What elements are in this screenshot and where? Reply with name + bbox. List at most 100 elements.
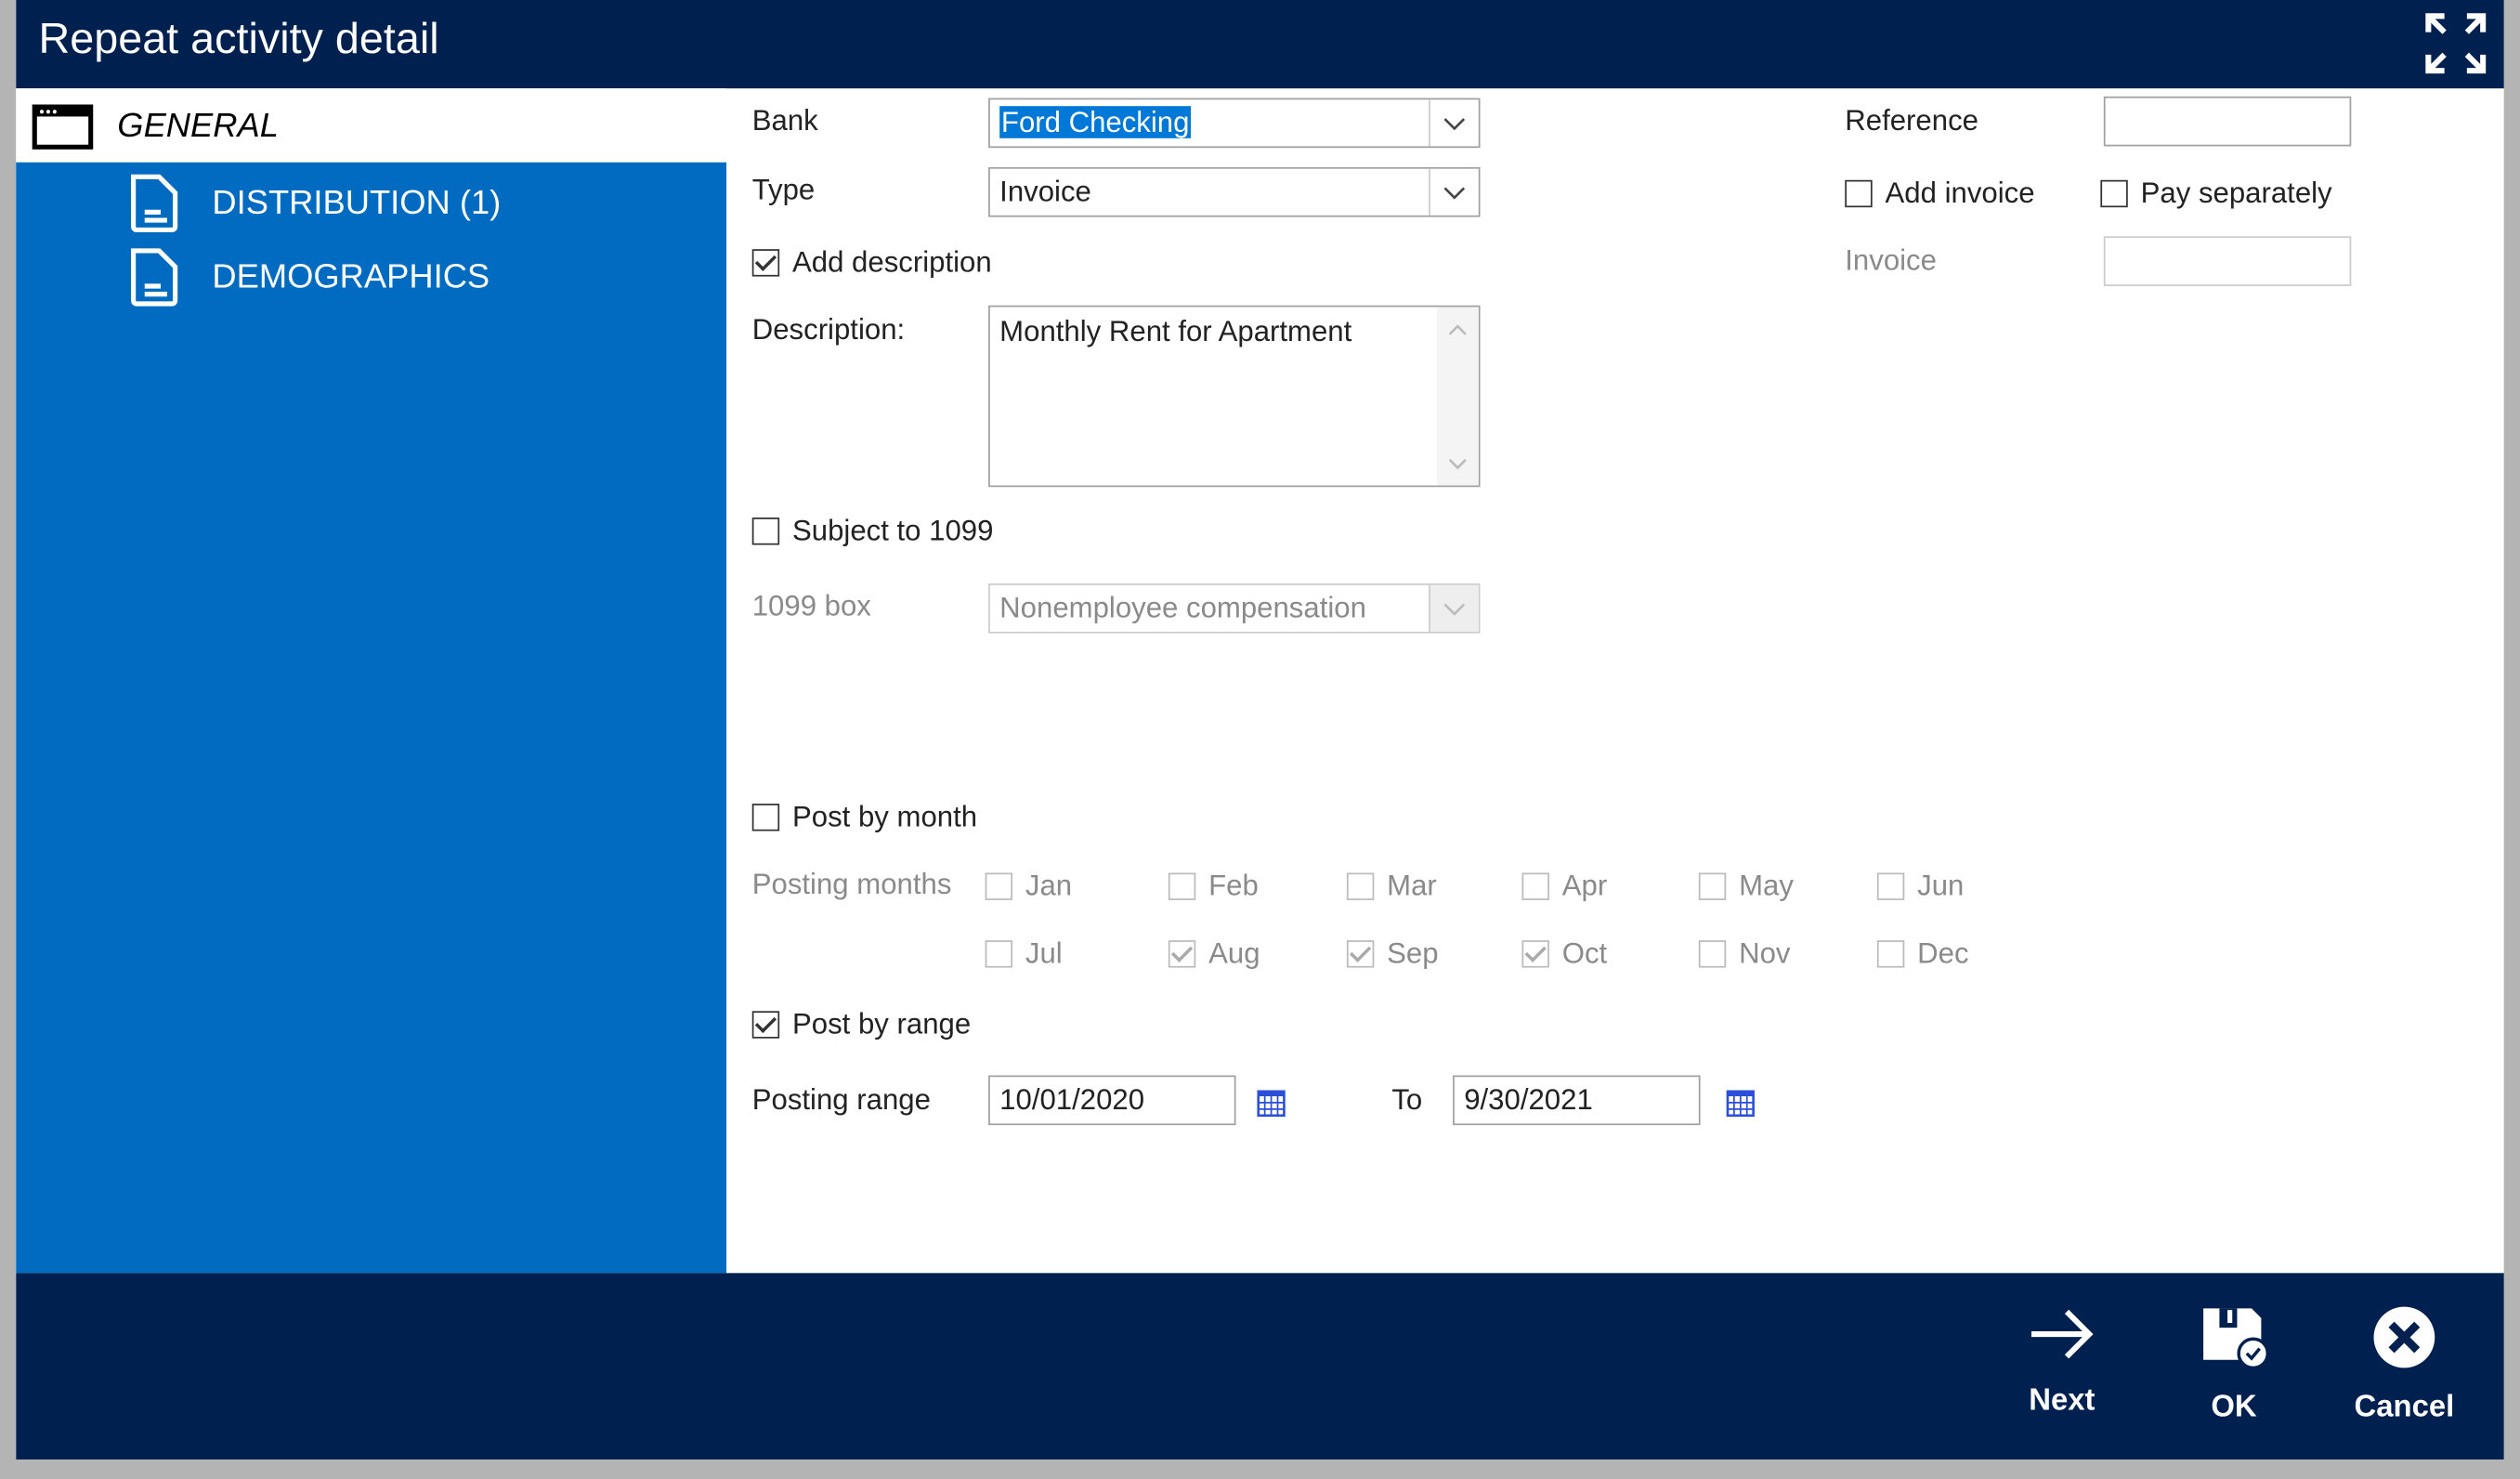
month-checkbox-sep[interactable]: Sep bbox=[1346, 936, 1439, 971]
month-checkbox-jun[interactable]: Jun bbox=[1876, 870, 1965, 903]
sidebar-item-label: DISTRIBUTION (1) bbox=[212, 184, 502, 222]
month-checkbox-aug[interactable]: Aug bbox=[1168, 936, 1260, 971]
checkbox-box[interactable] bbox=[1698, 940, 1727, 968]
checkbox-box[interactable] bbox=[751, 249, 780, 277]
box-1099-dropdown[interactable]: Nonemployee compensation bbox=[988, 583, 1481, 634]
month-checkbox-nov[interactable]: Nov bbox=[1698, 936, 1791, 971]
bank-value: Ford Checking bbox=[999, 106, 1192, 138]
checkbox-box[interactable] bbox=[751, 804, 780, 831]
checkbox-box[interactable] bbox=[1876, 872, 1905, 900]
description-textarea[interactable]: Monthly Rent for Apartment bbox=[988, 305, 1481, 488]
month-checkbox-feb[interactable]: Feb bbox=[1168, 870, 1259, 903]
chevron-down-icon[interactable] bbox=[1429, 584, 1479, 632]
checkbox-label: Nov bbox=[1739, 936, 1791, 970]
checkbox-box[interactable] bbox=[985, 872, 1013, 900]
arrow-right-icon bbox=[2030, 1309, 2094, 1359]
sidebar-item-general[interactable]: GENERAL bbox=[16, 88, 727, 163]
to-label: To bbox=[1391, 1083, 1423, 1116]
checkbox-box[interactable] bbox=[751, 1011, 780, 1039]
checkbox-box[interactable] bbox=[1698, 872, 1727, 900]
save-icon bbox=[2203, 1308, 2270, 1370]
checkbox-label: Apr bbox=[1561, 870, 1608, 902]
bank-label: Bank bbox=[751, 104, 818, 137]
checkbox-label: Pay separately bbox=[2140, 177, 2332, 209]
month-checkbox-dec[interactable]: Dec bbox=[1876, 936, 1969, 971]
cancel-button[interactable]: Cancel bbox=[2340, 1305, 2468, 1426]
calendar-icon[interactable] bbox=[1257, 1088, 1286, 1118]
sidebar-item-distribution[interactable]: DISTRIBUTION (1) bbox=[128, 169, 707, 237]
checkbox-label: May bbox=[1739, 870, 1794, 902]
checkbox-box[interactable] bbox=[1168, 940, 1196, 968]
checkbox-box[interactable] bbox=[1876, 940, 1905, 968]
ok-button[interactable]: OK bbox=[2170, 1305, 2298, 1426]
subject-1099-checkbox[interactable]: Subject to 1099 bbox=[751, 514, 994, 548]
checkbox-label: Jul bbox=[1025, 936, 1063, 970]
invoice-input[interactable] bbox=[2103, 236, 2352, 286]
box-1099-label: 1099 box bbox=[751, 589, 871, 622]
checkbox-label: Oct bbox=[1561, 936, 1608, 970]
checkbox-label: Add invoice bbox=[1885, 177, 2035, 209]
checkbox-box[interactable] bbox=[1346, 872, 1375, 900]
checkbox-box[interactable] bbox=[2100, 179, 2128, 208]
window-icon bbox=[32, 104, 94, 157]
window-title: Repeat activity detail bbox=[38, 14, 439, 63]
post-by-month-checkbox[interactable]: Post by month bbox=[751, 800, 978, 834]
calendar-icon[interactable] bbox=[1726, 1088, 1755, 1118]
scrollbar[interactable] bbox=[1436, 307, 1479, 486]
type-label: Type bbox=[751, 173, 816, 206]
checkbox-label: Post by month bbox=[791, 800, 978, 833]
month-checkbox-apr[interactable]: Apr bbox=[1521, 870, 1607, 903]
posting-months-label: Posting months bbox=[751, 868, 952, 900]
month-checkbox-oct[interactable]: Oct bbox=[1521, 937, 1607, 971]
pay-separately-checkbox[interactable]: Pay separately bbox=[2100, 177, 2332, 210]
checkbox-label: Jan bbox=[1025, 870, 1073, 902]
posting-range-label: Posting range bbox=[751, 1083, 931, 1116]
description-label: Description: bbox=[751, 313, 906, 346]
checkbox-label: Subject to 1099 bbox=[791, 514, 994, 547]
footer-toolbar: Next OK Cancel bbox=[16, 1273, 2504, 1460]
chevron-down-icon[interactable] bbox=[1429, 168, 1479, 216]
sidebar: DISTRIBUTION (1) DEMOGRAPHICS bbox=[16, 162, 727, 1274]
close-circle-icon bbox=[2373, 1306, 2435, 1368]
sidebar-item-label: GENERAL bbox=[117, 107, 279, 145]
dialog-window: Repeat activity detail GENERAL DISTRIBUT… bbox=[16, 0, 2504, 1460]
sidebar-item-label: DEMOGRAPHICS bbox=[212, 258, 490, 296]
month-checkbox-may[interactable]: May bbox=[1698, 870, 1794, 903]
checkbox-label: Mar bbox=[1387, 870, 1437, 902]
checkbox-box[interactable] bbox=[751, 517, 780, 545]
range-from-input[interactable]: 10/01/2020 bbox=[988, 1075, 1236, 1126]
post-by-range-checkbox[interactable]: Post by range bbox=[751, 1007, 972, 1041]
next-button[interactable]: Next bbox=[1998, 1305, 2126, 1420]
checkbox-label: Post by range bbox=[791, 1007, 972, 1041]
document-icon bbox=[131, 174, 178, 233]
checkbox-box[interactable] bbox=[1346, 940, 1375, 968]
box-1099-value: Nonemployee compensation bbox=[999, 591, 1366, 624]
description-value: Monthly Rent for Apartment bbox=[999, 315, 1352, 347]
invoice-label: Invoice bbox=[1845, 243, 1937, 277]
range-to-input[interactable]: 9/30/2021 bbox=[1453, 1075, 1701, 1126]
bank-dropdown[interactable]: Ford Checking bbox=[988, 98, 1481, 149]
add-description-checkbox[interactable]: Add description bbox=[751, 245, 992, 280]
checkbox-box[interactable] bbox=[1845, 179, 1873, 208]
reference-input[interactable] bbox=[2103, 96, 2352, 147]
reference-label: Reference bbox=[1845, 104, 1978, 137]
checkbox-box[interactable] bbox=[1521, 872, 1549, 900]
month-checkbox-jan[interactable]: Jan bbox=[985, 870, 1073, 903]
checkbox-label: Aug bbox=[1208, 936, 1260, 970]
checkbox-box[interactable] bbox=[1168, 872, 1196, 900]
type-value: Invoice bbox=[999, 175, 1091, 208]
checkbox-label: Add description bbox=[791, 245, 992, 279]
add-invoice-checkbox[interactable]: Add invoice bbox=[1845, 177, 2035, 210]
checkbox-label: Dec bbox=[1917, 936, 1969, 970]
month-checkbox-mar[interactable]: Mar bbox=[1346, 870, 1437, 903]
checkbox-box[interactable] bbox=[985, 940, 1013, 968]
checkbox-label: Sep bbox=[1387, 936, 1439, 970]
checkbox-label: Jun bbox=[1917, 870, 1965, 902]
chevron-down-icon[interactable] bbox=[1429, 99, 1479, 147]
document-icon bbox=[131, 248, 178, 307]
type-dropdown[interactable]: Invoice bbox=[988, 166, 1481, 217]
maximize-icon[interactable] bbox=[2422, 9, 2489, 85]
month-checkbox-jul[interactable]: Jul bbox=[985, 936, 1063, 971]
checkbox-box[interactable] bbox=[1521, 940, 1549, 968]
sidebar-item-demographics[interactable]: DEMOGRAPHICS bbox=[128, 242, 707, 310]
